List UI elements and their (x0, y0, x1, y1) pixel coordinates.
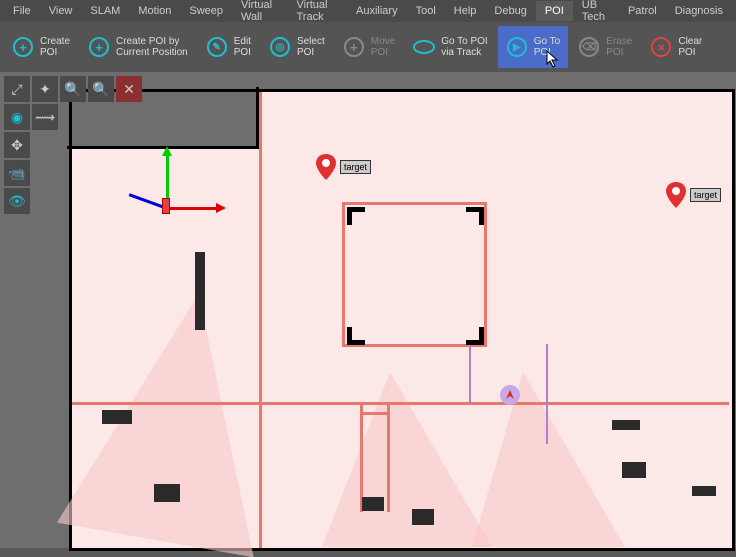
menu-sweep[interactable]: Sweep (180, 1, 232, 21)
select-poi-button[interactable]: ◎ SelectPOI (261, 26, 333, 68)
zoom-in-icon[interactable]: 🔍 (88, 76, 114, 102)
clear-icon: × (651, 37, 671, 57)
toolbar: + CreatePOI + Create POI byCurrent Posit… (0, 22, 736, 72)
plus-icon: + (89, 37, 109, 57)
camera-icon[interactable]: 📹 (4, 160, 30, 186)
menu-help[interactable]: Help (445, 1, 486, 21)
robot-position (500, 385, 520, 405)
create-poi-button[interactable]: + CreatePOI (4, 26, 78, 68)
menu-virtual-track[interactable]: Virtual Track (288, 0, 348, 27)
pin-icon (316, 154, 336, 180)
robot-heading-icon (504, 389, 516, 401)
pencil-icon: ✎ (207, 37, 227, 57)
floor-map: target target (72, 92, 732, 548)
poi-label: target (690, 188, 721, 202)
cursor-icon (546, 50, 560, 68)
target-icon: ◎ (270, 37, 290, 57)
menubar: File View SLAM Motion Sweep Virtual Wall… (0, 0, 736, 22)
axis-x-icon (166, 207, 221, 210)
side-tool-panel: ⤢ ✦ 🔍 🔍 ✕ ◉ ⟿ ✥ 📹 👁 (4, 76, 142, 214)
goto-poi-via-track-button[interactable]: Go To POIvia Track (405, 26, 496, 68)
menu-patrol[interactable]: Patrol (619, 1, 666, 21)
eye-icon[interactable]: 👁 (4, 188, 30, 214)
crosshair-icon[interactable]: ✦ (32, 76, 58, 102)
edit-poi-button[interactable]: ✎ EditPOI (198, 26, 259, 68)
map-canvas[interactable]: ⤢ ✦ 🔍 🔍 ✕ ◉ ⟿ ✥ 📹 👁 (0, 72, 736, 548)
poi-marker[interactable] (316, 154, 336, 180)
erase-icon: ⌫ (579, 37, 599, 57)
goto-icon: ▶ (507, 37, 527, 57)
menu-slam[interactable]: SLAM (81, 1, 129, 21)
plus-icon: + (13, 37, 33, 57)
arrow-up-icon (162, 146, 172, 156)
expand-icon[interactable]: ⤢ (4, 76, 30, 102)
move-icon: + (344, 37, 364, 57)
goto-poi-button[interactable]: ▶ Go ToPOI (498, 26, 569, 68)
pin-icon (666, 182, 686, 208)
cancel-icon[interactable]: ✕ (116, 76, 142, 102)
route-icon[interactable]: ⟿ (32, 104, 58, 130)
clear-poi-button[interactable]: × ClearPOI (642, 26, 710, 68)
arrow-right-icon (216, 203, 226, 213)
track-icon (413, 40, 435, 54)
move-poi-button[interactable]: + MovePOI (335, 26, 403, 68)
menu-debug[interactable]: Debug (485, 1, 535, 21)
menu-poi[interactable]: POI (536, 1, 573, 21)
axis-origin-icon (162, 198, 170, 214)
menu-file[interactable]: File (4, 1, 40, 21)
menu-virtual-wall[interactable]: Virtual Wall (232, 0, 287, 27)
erase-poi-button[interactable]: ⌫ ErasePOI (570, 26, 640, 68)
move-tool-icon[interactable]: ✥ (4, 132, 30, 158)
menu-tool[interactable]: Tool (407, 1, 445, 21)
scan-icon[interactable]: ◉ (4, 104, 30, 130)
menu-motion[interactable]: Motion (129, 1, 180, 21)
menu-diagnosis[interactable]: Diagnosis (666, 1, 732, 21)
menu-ubtech[interactable]: UB Tech (573, 0, 619, 27)
poi-label: target (340, 160, 371, 174)
menu-auxiliary[interactable]: Auxiliary (347, 1, 407, 21)
create-poi-by-position-button[interactable]: + Create POI byCurrent Position (80, 26, 196, 68)
menu-view[interactable]: View (40, 1, 82, 21)
poi-marker[interactable] (666, 182, 686, 208)
zoom-out-icon[interactable]: 🔍 (60, 76, 86, 102)
